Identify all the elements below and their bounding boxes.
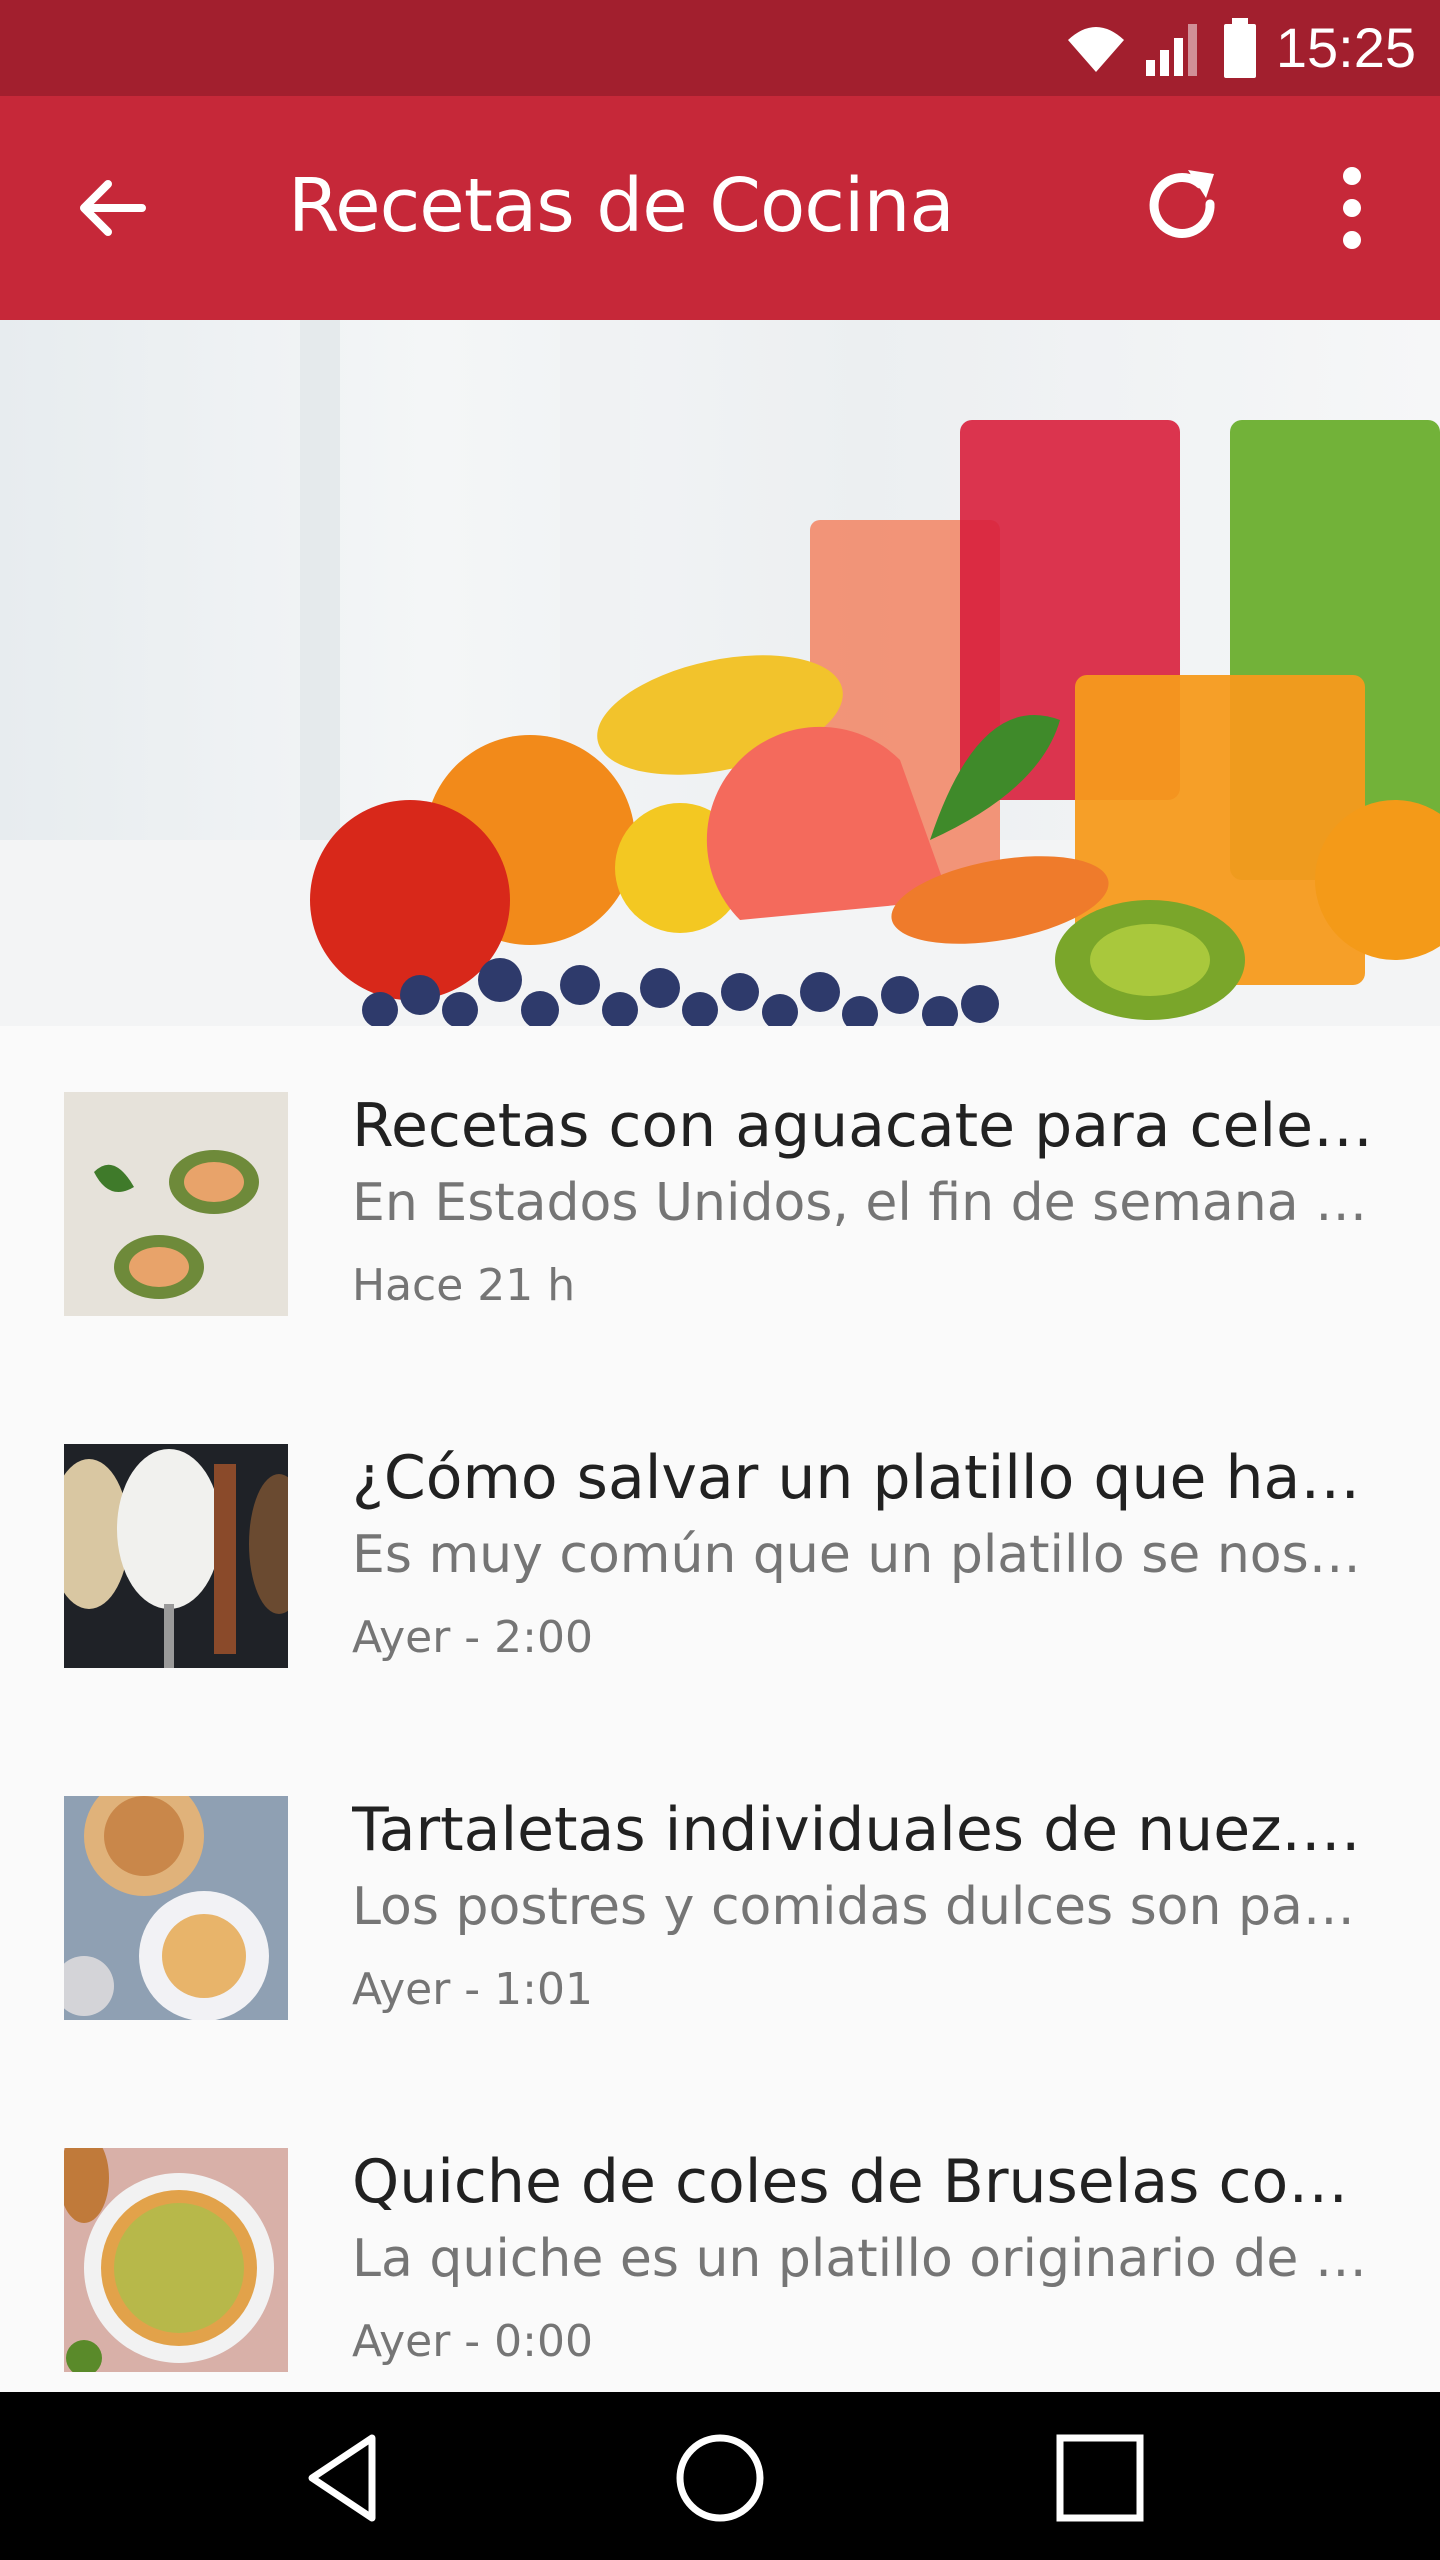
list-item[interactable]: ¿Cómo salvar un platillo que ha qu… Es m… (0, 1378, 1440, 1730)
battery-icon (1223, 18, 1256, 78)
refresh-icon[interactable] (1140, 164, 1228, 252)
article-description: Los postres y comidas dulces son part… (352, 1877, 1376, 1937)
home-circle-icon[interactable] (670, 2428, 770, 2528)
article-title: Recetas con aguacate para celebr… (352, 1091, 1376, 1161)
signal-icon (1145, 24, 1197, 76)
status-time: 15:25 (1275, 16, 1416, 79)
article-description: Es muy común que un platillo se nos pa… (352, 1525, 1376, 1585)
back-triangle-icon[interactable] (292, 2428, 392, 2528)
more-vert-icon[interactable] (1312, 160, 1392, 256)
recents-square-icon[interactable] (1050, 2428, 1150, 2528)
article-title: Quiche de coles de Bruselas con c… (352, 2147, 1376, 2217)
list-item[interactable]: Recetas con aguacate para celebr… En Est… (0, 1026, 1440, 1378)
article-thumbnail (64, 1092, 288, 1316)
article-date: Ayer - 2:00 (352, 1612, 593, 1663)
list-item[interactable]: Tartaletas individuales de nuez. R… Los … (0, 1730, 1440, 2082)
article-description: La quiche es un platillo originario de F… (352, 2229, 1376, 2289)
article-title: Tartaletas individuales de nuez. R… (352, 1795, 1376, 1865)
article-title: ¿Cómo salvar un platillo que ha qu… (352, 1443, 1376, 1513)
juices-illustration (0, 320, 1440, 1026)
page-title: Recetas de Cocina (288, 163, 955, 249)
article-thumbnail (64, 2148, 288, 2372)
hero-image (0, 320, 1440, 1026)
system-navigation-bar (0, 2392, 1440, 2560)
article-thumbnail (64, 1796, 288, 2020)
status-bar: 15:25 (0, 0, 1440, 96)
article-date: Ayer - 1:01 (352, 1964, 593, 2015)
article-date: Ayer - 0:00 (352, 2316, 593, 2367)
app-bar: Recetas de Cocina (0, 96, 1440, 320)
arrow-left-icon[interactable] (72, 168, 152, 248)
article-date: Hace 21 h (352, 1260, 576, 1311)
article-description: En Estados Unidos, el fin de semana de… (352, 1173, 1376, 1233)
article-thumbnail (64, 1444, 288, 1668)
list-item[interactable]: Quiche de coles de Bruselas con c… La qu… (0, 2082, 1440, 2434)
wifi-icon (1067, 27, 1124, 72)
